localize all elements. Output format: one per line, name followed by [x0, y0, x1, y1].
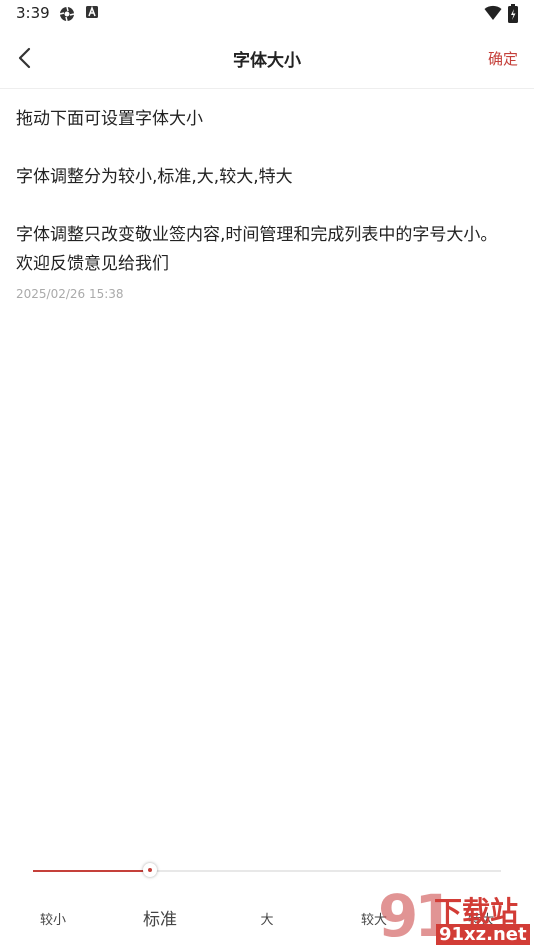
preview-paragraph: 字体调整只改变敬业签内容,时间管理和完成列表中的字号大小。欢迎反馈意见给我们	[16, 225, 498, 274]
battery-icon	[508, 4, 518, 23]
preview-paragraph: 字体调整分为较小,标准,大,较大,特大	[16, 167, 293, 187]
font-option-smaller[interactable]: 较小	[40, 909, 66, 928]
a-box-icon	[86, 5, 98, 18]
slider-thumb[interactable]	[143, 863, 157, 877]
page-title: 字体大小	[233, 51, 301, 71]
timestamp: 2025/02/26 15:38	[16, 287, 124, 301]
status-bar: 3:39	[0, 0, 534, 28]
font-option-standard[interactable]: 标准	[143, 905, 177, 930]
wifi-icon	[484, 5, 502, 20]
slider-track-fill	[33, 870, 150, 872]
gear-icon	[59, 6, 75, 22]
watermark-bottom-text: 91xz.net	[436, 924, 530, 945]
confirm-button[interactable]: 确定	[488, 48, 518, 69]
font-option-large[interactable]: 大	[260, 909, 273, 928]
watermark-logo: 91 下载站 91xz.net	[378, 882, 534, 950]
nav-bar: 字体大小 确定	[0, 28, 534, 89]
preview-paragraph: 拖动下面可设置字体大小	[16, 109, 203, 129]
font-size-slider[interactable]	[33, 862, 501, 882]
status-time: 3:39	[16, 4, 50, 22]
preview-content: 拖动下面可设置字体大小 字体调整分为较小,标准,大,较大,特大 字体调整只改变敬…	[16, 105, 506, 301]
